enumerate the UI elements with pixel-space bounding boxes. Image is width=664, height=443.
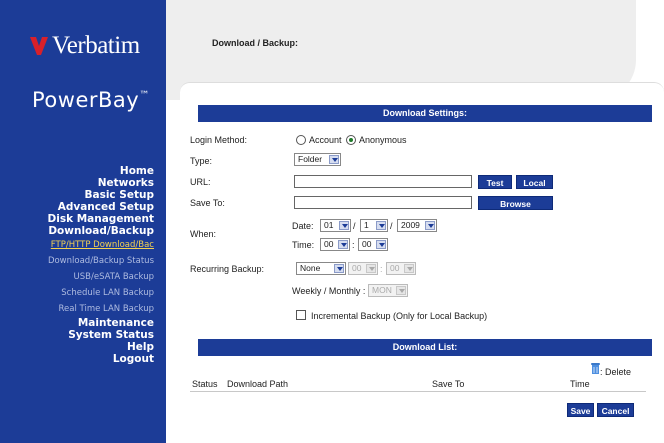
date-year-value: 2009 — [401, 220, 420, 230]
weekly-monthly-value: MON — [372, 285, 392, 295]
recurring-hour-select[interactable]: 00 — [348, 262, 378, 275]
recurring-time-separator: : — [380, 264, 383, 274]
local-button[interactable]: Local — [516, 175, 553, 189]
chevron-down-icon — [396, 286, 406, 295]
browse-button[interactable]: Browse — [478, 196, 553, 210]
date-day-select[interactable]: 1 — [360, 219, 388, 232]
nav-networks[interactable]: Networks — [98, 177, 154, 189]
nav-maintenance[interactable]: Maintenance — [78, 317, 154, 329]
product-name: PowerBay™ — [32, 88, 150, 112]
time-minute-select[interactable]: 00 — [358, 238, 388, 251]
nav-usb-esata-backup[interactable]: USB/eSATA Backup — [74, 272, 154, 282]
verbatim-logo: Verbatim — [30, 32, 140, 60]
settings-card: Download Settings: Login Method: Account… — [180, 82, 664, 443]
recurring-minute-value: 00 — [390, 263, 400, 273]
url-input[interactable] — [294, 175, 472, 188]
nav-schedule-lan-backup[interactable]: Schedule LAN Backup — [61, 288, 154, 298]
nav-help[interactable]: Help — [127, 341, 154, 353]
nav-ftp-http-download[interactable]: FTP/HTTP Download/Bac — [51, 240, 154, 250]
time-label: Time: — [292, 240, 315, 250]
time-hour-select[interactable]: 00 — [320, 238, 350, 251]
weekly-monthly-label: Weekly / Monthly : — [292, 286, 366, 296]
anonymous-radio[interactable] — [346, 135, 356, 145]
test-button[interactable]: Test — [478, 175, 512, 189]
account-label: Account — [309, 135, 342, 145]
trash-icon — [591, 363, 600, 374]
main-content: Download / Backup: Download Settings: Lo… — [166, 0, 664, 443]
when-label: When: — [190, 229, 217, 239]
time-separator: : — [352, 240, 355, 250]
chevron-down-icon — [376, 240, 386, 249]
date-label: Date: — [292, 221, 314, 231]
chevron-down-icon — [376, 221, 386, 230]
breadcrumb: Download / Backup: — [212, 38, 299, 48]
nav-basic-setup[interactable]: Basic Setup — [84, 189, 154, 201]
date-month-select[interactable]: 01 — [320, 219, 351, 232]
time-minute-value: 00 — [362, 239, 372, 249]
column-status: Status — [192, 379, 218, 389]
recurring-minute-select[interactable]: 00 — [386, 262, 416, 275]
chevron-down-icon — [338, 240, 348, 249]
chevron-down-icon — [425, 221, 435, 230]
date-separator: / — [390, 221, 393, 231]
anonymous-label: Anonymous — [359, 135, 407, 145]
delete-legend-label: : Delete — [600, 367, 632, 377]
recurring-backup-select[interactable]: None — [296, 262, 346, 275]
save-to-label: Save To: — [190, 198, 225, 208]
download-list-header: Download List: — [198, 339, 652, 356]
incremental-backup-label: Incremental Backup (Only for Local Backu… — [311, 311, 488, 321]
nav-realtime-lan-backup[interactable]: Real Time LAN Backup — [59, 304, 155, 314]
save-to-input[interactable] — [294, 196, 472, 209]
date-year-select[interactable]: 2009 — [397, 219, 437, 232]
chevron-down-icon — [366, 264, 376, 273]
chevron-down-icon — [334, 264, 344, 273]
date-month-value: 01 — [324, 220, 334, 230]
logo-text: Verbatim — [52, 32, 140, 59]
date-separator: / — [353, 221, 356, 231]
list-divider — [190, 391, 646, 392]
recurring-backup-value: None — [300, 263, 321, 273]
recurring-hour-value: 00 — [352, 263, 362, 273]
type-label: Type: — [190, 156, 213, 166]
login-method-label: Login Method: — [190, 135, 248, 145]
column-save-to: Save To — [432, 379, 465, 389]
column-time: Time — [570, 379, 590, 389]
nav-home[interactable]: Home — [120, 165, 154, 177]
chevron-down-icon — [404, 264, 414, 273]
time-hour-value: 00 — [324, 239, 334, 249]
save-button[interactable]: Save — [567, 403, 594, 417]
column-download-path: Download Path — [227, 379, 289, 389]
date-day-value: 1 — [364, 220, 369, 230]
verbatim-v-icon — [30, 37, 48, 55]
nav-system-status[interactable]: System Status — [68, 329, 154, 341]
download-settings-header: Download Settings: — [198, 105, 652, 122]
nav-download-backup[interactable]: Download/Backup — [48, 225, 154, 237]
weekly-monthly-select[interactable]: MON — [368, 284, 408, 297]
chevron-down-icon — [339, 221, 349, 230]
url-label: URL: — [190, 177, 211, 187]
type-select[interactable]: Folder — [294, 153, 341, 166]
nav-download-backup-status[interactable]: Download/Backup Status — [48, 256, 154, 266]
nav-disk-management[interactable]: Disk Management — [48, 213, 155, 225]
cancel-button[interactable]: Cancel — [597, 403, 634, 417]
incremental-backup-checkbox[interactable] — [296, 310, 306, 320]
sidebar: Verbatim PowerBay™ Home Networks Basic S… — [0, 0, 166, 443]
nav-logout[interactable]: Logout — [113, 353, 154, 365]
recurring-backup-label: Recurring Backup: — [190, 264, 265, 274]
account-radio[interactable] — [296, 135, 306, 145]
type-select-value: Folder — [298, 154, 323, 164]
chevron-down-icon — [329, 155, 339, 164]
nav-advanced-setup[interactable]: Advanced Setup — [58, 201, 154, 213]
